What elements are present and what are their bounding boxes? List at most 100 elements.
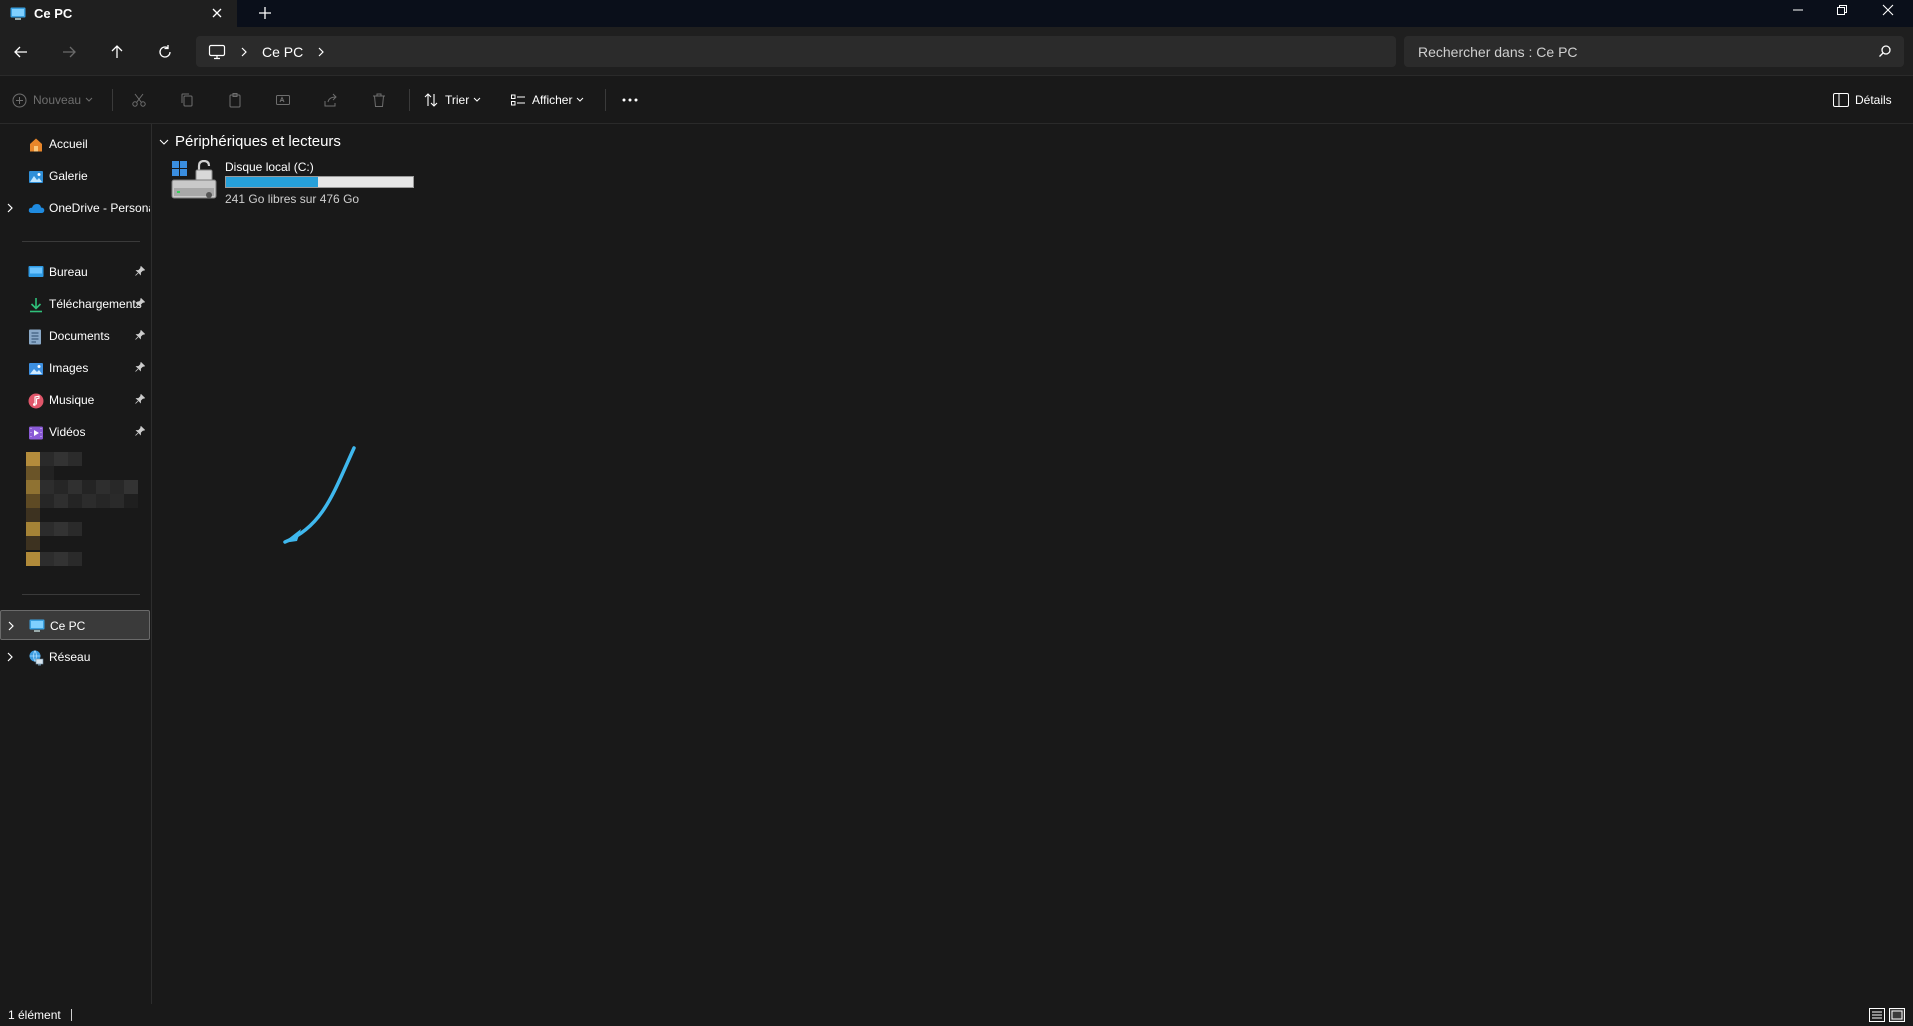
item-count: 1 élément — [8, 1008, 61, 1022]
pin-icon[interactable] — [135, 426, 145, 436]
pin-icon[interactable] — [135, 298, 145, 308]
restore-icon — [1837, 5, 1847, 15]
onedrive-icon — [28, 201, 45, 215]
details-view-icon — [1869, 1008, 1885, 1022]
rename-button[interactable] — [275, 76, 291, 124]
redacted-pinned-folders — [26, 452, 150, 572]
search-input[interactable] — [1418, 43, 1858, 60]
copy-icon — [181, 93, 193, 107]
restore-button[interactable] — [1819, 0, 1865, 20]
forward-button[interactable] — [56, 39, 82, 65]
view-list-icon — [510, 92, 526, 108]
sidebar-item-label: Galerie — [49, 169, 88, 183]
share-button[interactable] — [323, 76, 339, 124]
sidebar-item-label: OneDrive - Personal — [49, 201, 150, 215]
close-tab-button[interactable] — [209, 5, 225, 21]
tab-title: Ce PC — [34, 6, 73, 21]
sidebar-divider — [22, 594, 140, 595]
address-row: Ce PC — [0, 27, 1913, 75]
sidebar-item-videos[interactable]: Vidéos — [0, 417, 150, 447]
scissors-icon — [132, 93, 146, 107]
search-icon[interactable] — [1878, 44, 1892, 58]
chevron-down-icon — [85, 97, 93, 103]
refresh-icon — [159, 45, 171, 58]
chevron-right-icon[interactable] — [6, 652, 14, 662]
view-button[interactable]: Afficher — [510, 76, 584, 124]
downloads-icon — [28, 297, 44, 313]
sort-icon — [423, 92, 439, 108]
new-button[interactable]: Nouveau — [12, 76, 93, 124]
monitor-icon — [208, 44, 226, 60]
search-box[interactable] — [1404, 36, 1904, 67]
minimize-button[interactable] — [1775, 0, 1821, 20]
more-icon — [621, 97, 639, 103]
chevron-right-icon[interactable] — [6, 203, 14, 213]
back-button[interactable] — [8, 39, 34, 65]
sidebar-item-musique[interactable]: Musique — [0, 385, 150, 415]
sidebar-divider — [22, 241, 140, 242]
sidebar-item-bureau[interactable]: Bureau — [0, 257, 150, 287]
sidebar-item-ce-pc[interactable]: Ce PC — [0, 610, 150, 640]
annotation-arrow — [283, 446, 356, 544]
sidebar-item-galerie[interactable]: Galerie — [0, 161, 150, 191]
share-icon — [324, 93, 337, 107]
more-options-button[interactable] — [621, 76, 639, 124]
sidebar-item-documents[interactable]: Documents — [0, 321, 150, 351]
details-pane-icon — [1833, 93, 1849, 107]
arrow-head — [283, 529, 301, 543]
clipboard-icon — [229, 93, 241, 108]
pin-icon[interactable] — [135, 394, 145, 404]
details-label: Détails — [1855, 93, 1892, 107]
this-pc-icon — [29, 619, 45, 633]
details-button[interactable]: Détails — [1833, 76, 1892, 124]
arrow-up-icon — [111, 45, 123, 58]
chevron-down-icon — [473, 97, 481, 103]
cut-button[interactable] — [131, 76, 147, 124]
new-tab-button[interactable] — [256, 4, 274, 22]
gallery-icon — [28, 169, 44, 185]
close-icon — [1882, 4, 1894, 16]
chevron-right-icon[interactable] — [7, 621, 15, 631]
copy-button[interactable] — [179, 76, 195, 124]
network-icon — [28, 650, 44, 666]
status-bar: 1 élément — [0, 1004, 1913, 1026]
rename-icon — [276, 95, 290, 105]
breadcrumb-ce-pc[interactable]: Ce PC — [262, 44, 303, 60]
address-bar[interactable]: Ce PC — [196, 36, 1396, 67]
trash-icon — [373, 93, 385, 107]
tiles-view-button[interactable] — [1889, 1008, 1905, 1022]
pin-icon[interactable] — [135, 330, 145, 340]
plus-icon — [259, 7, 271, 19]
sidebar-item-accueil[interactable]: Accueil — [0, 129, 150, 159]
desktop-folder-icon — [28, 265, 44, 279]
delete-button[interactable] — [371, 76, 387, 124]
sidebar-item-telechargements[interactable]: Téléchargements — [0, 289, 150, 319]
new-label: Nouveau — [33, 93, 82, 107]
videos-icon — [28, 425, 44, 441]
status-divider — [70, 1009, 72, 1021]
sidebar-item-onedrive[interactable]: OneDrive - Personal — [0, 193, 150, 223]
close-icon — [212, 8, 222, 18]
sidebar-item-images[interactable]: Images — [0, 353, 150, 383]
toolbar-divider — [112, 89, 113, 111]
documents-icon — [28, 329, 42, 345]
up-button[interactable] — [104, 39, 130, 65]
plus-circle-icon — [12, 93, 27, 108]
sidebar-item-label: Ce PC — [50, 619, 86, 633]
pin-icon[interactable] — [135, 266, 145, 276]
chevron-right-icon[interactable] — [240, 47, 248, 57]
pin-icon[interactable] — [135, 362, 145, 372]
chevron-right-icon[interactable] — [317, 47, 325, 57]
sort-button[interactable]: Trier — [423, 76, 481, 124]
sidebar-item-label: Accueil — [49, 137, 88, 151]
sidebar-item-reseau[interactable]: Réseau — [0, 642, 150, 672]
paste-button[interactable] — [227, 76, 243, 124]
view-label: Afficher — [532, 93, 573, 107]
tab-ce-pc[interactable]: Ce PC — [0, 0, 237, 27]
tiles-view-icon — [1889, 1008, 1905, 1022]
details-view-button[interactable] — [1869, 1008, 1885, 1022]
close-window-button[interactable] — [1865, 0, 1911, 20]
chevron-down-icon — [576, 97, 584, 103]
toolbar-divider — [409, 89, 410, 111]
refresh-button[interactable] — [152, 39, 178, 65]
